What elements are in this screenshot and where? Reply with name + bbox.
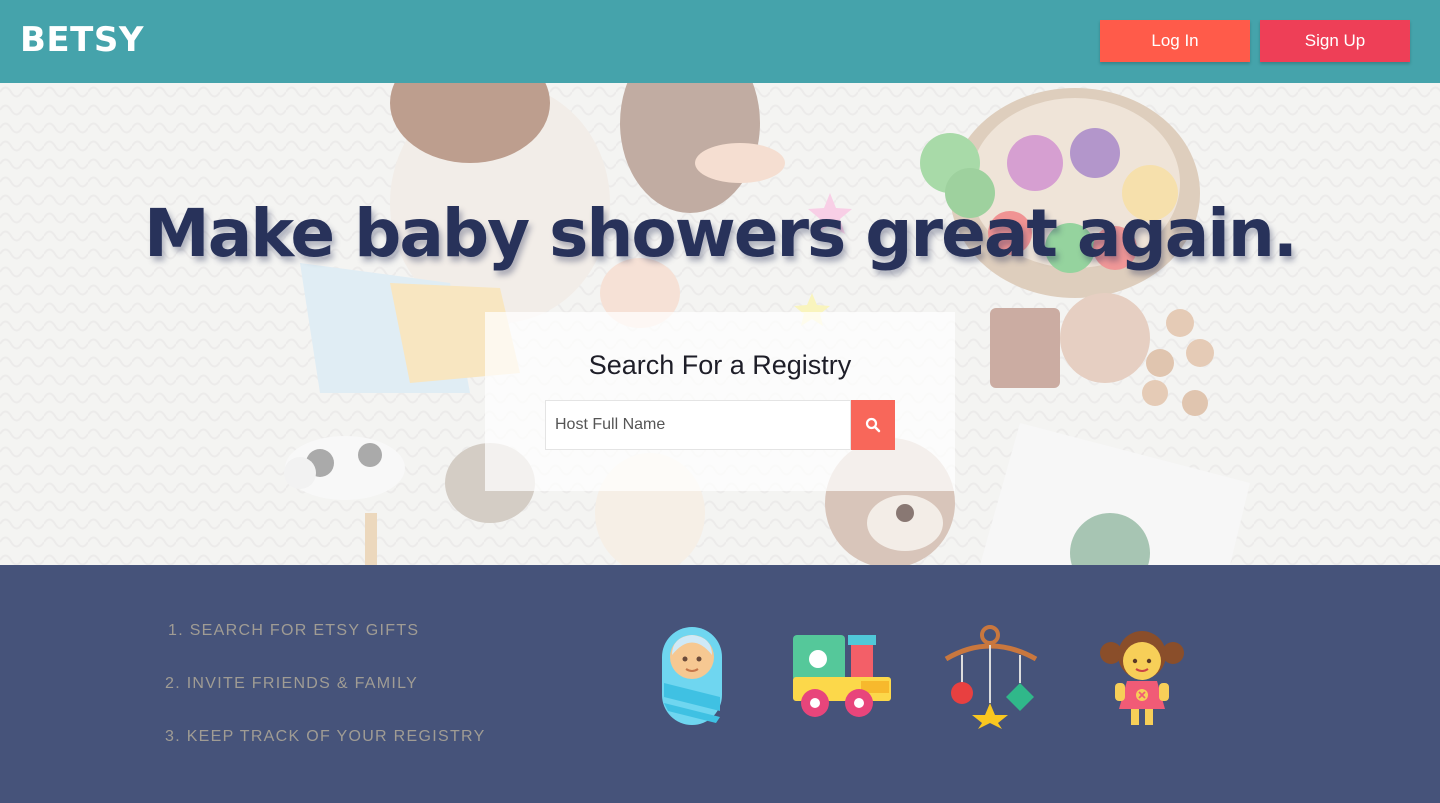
search-title: Search For a Registry xyxy=(588,350,852,380)
top-navbar: BETSY Log In Sign Up xyxy=(0,0,1440,83)
hero-section: Make baby showers great again. Search Fo… xyxy=(0,83,1440,565)
toy-train-icon xyxy=(793,635,891,717)
signup-button[interactable]: Sign Up xyxy=(1260,20,1410,62)
step-search-gifts: 1. SEARCH FOR ETSY GIFTS xyxy=(168,622,420,639)
hero-headline: Make baby showers great again. xyxy=(144,195,1298,272)
step-invite-friends: 2. INVITE FRIENDS & FAMILY xyxy=(165,675,419,692)
login-button[interactable]: Log In xyxy=(1100,20,1250,62)
baby-mobile-icon xyxy=(944,625,1038,729)
step-track-registry: 3. KEEP TRACK OF YOUR REGISTRY xyxy=(165,728,486,745)
search-icon xyxy=(865,417,881,433)
doll-icon xyxy=(1100,631,1184,725)
host-name-search-input[interactable] xyxy=(545,400,851,450)
search-button[interactable] xyxy=(851,400,895,450)
registry-search-card: Search For a Registry xyxy=(485,312,955,491)
swaddled-baby-icon xyxy=(662,627,722,725)
brand-logo[interactable]: BETSY xyxy=(20,20,144,60)
how-it-works-section: 1. SEARCH FOR ETSY GIFTS 2. INVITE FRIEN… xyxy=(0,565,1440,803)
